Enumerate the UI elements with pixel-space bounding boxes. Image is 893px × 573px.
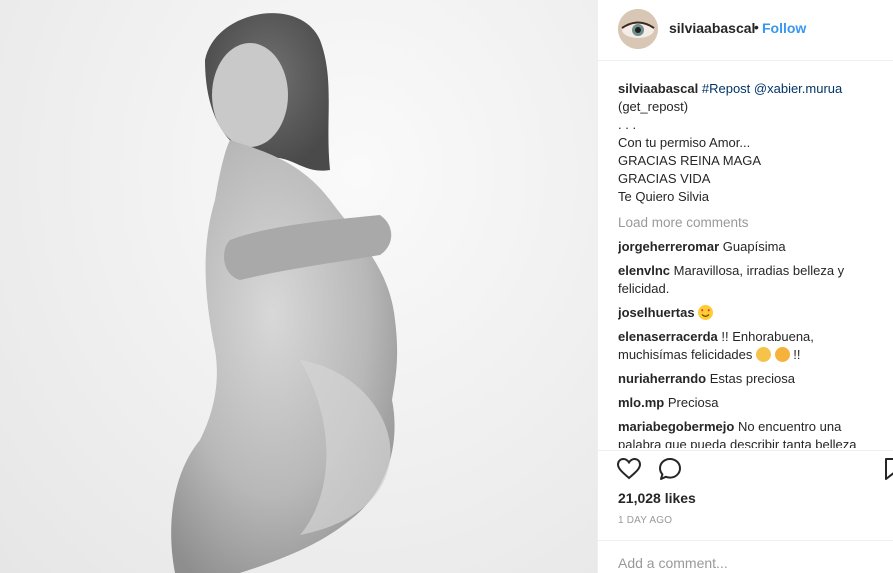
comments-list[interactable]: silviaabascal #Repost @xabier.murua (get… — [618, 80, 883, 448]
face-emoji — [774, 347, 790, 362]
add-comment-input[interactable]: Add a comment... — [618, 555, 728, 571]
comment-username[interactable]: nuriaherrando — [618, 371, 706, 386]
post-side-panel: silviaabascal • Follow silviaabascal #Re… — [598, 0, 893, 573]
follow-button[interactable]: Follow — [762, 20, 806, 36]
photo-figure — [171, 13, 398, 573]
caption-username[interactable]: silviaabascal — [618, 81, 698, 96]
post-timestamp[interactable]: 1 DAY AGO — [618, 515, 672, 526]
comment-item: jorgeherreromar Guapísima — [618, 238, 883, 256]
comment-item: mlo.mp Preciosa — [618, 394, 883, 412]
caption-line: GRACIAS VIDA — [618, 171, 711, 186]
heart-eyes-emoji — [698, 305, 714, 320]
comment-icon[interactable] — [657, 456, 683, 487]
caption-line: GRACIAS REINA MAGA — [618, 153, 762, 168]
comment-item: mariabegobermejo No encuentro una palabr… — [618, 418, 883, 448]
comment-item: elenaserracerda !! Enhorabuena, muchisím… — [618, 328, 883, 364]
likes-count[interactable]: 21,028 likes — [618, 490, 696, 506]
caption-line: . . . — [618, 117, 637, 132]
caption-hashtag[interactable]: #Repost — [702, 81, 750, 96]
comment-item: nuriaherrando Estas preciosa — [618, 370, 883, 388]
header-separator: • — [754, 19, 759, 35]
comment-username[interactable]: elenvlnc — [618, 263, 670, 278]
post-photo[interactable] — [0, 0, 597, 573]
caption-line: Con tu permiso Amor... — [618, 135, 751, 150]
comment-username[interactable]: mlo.mp — [618, 395, 664, 410]
comment-username[interactable]: elenaserracerda — [618, 329, 718, 344]
caption-line: Te Quiero Silvia — [618, 189, 710, 204]
comment-item: joselhuertas — [618, 304, 883, 322]
caption-line: (get_repost) — [618, 99, 689, 114]
bookmark-icon[interactable] — [883, 456, 893, 487]
comment-text: Guapísima — [722, 239, 786, 254]
comment-item: elenvlnc Maravillosa, irradias belleza y… — [618, 262, 883, 298]
comment-username[interactable]: jorgeherreromar — [618, 239, 719, 254]
comment-input-divider — [598, 540, 893, 541]
actions-divider — [598, 450, 893, 451]
comment-username[interactable]: mariabegobermejo — [618, 419, 734, 434]
clapping-emoji — [756, 347, 772, 362]
avatar[interactable] — [618, 9, 658, 49]
header-username[interactable]: silviaabascal — [669, 20, 755, 36]
comment-text: Preciosa — [667, 395, 719, 410]
comment-username[interactable]: joselhuertas — [618, 305, 695, 320]
comment-text-end: !! — [793, 347, 801, 362]
heart-icon[interactable] — [616, 456, 642, 487]
comment-text: Estas preciosa — [709, 371, 796, 386]
load-more-comments[interactable]: Load more comments — [618, 214, 883, 232]
caption-mention[interactable]: @xabier.murua — [754, 81, 842, 96]
post-caption: silviaabascal #Repost @xabier.murua (get… — [618, 80, 883, 206]
post-header: silviaabascal • Follow — [598, 0, 893, 61]
